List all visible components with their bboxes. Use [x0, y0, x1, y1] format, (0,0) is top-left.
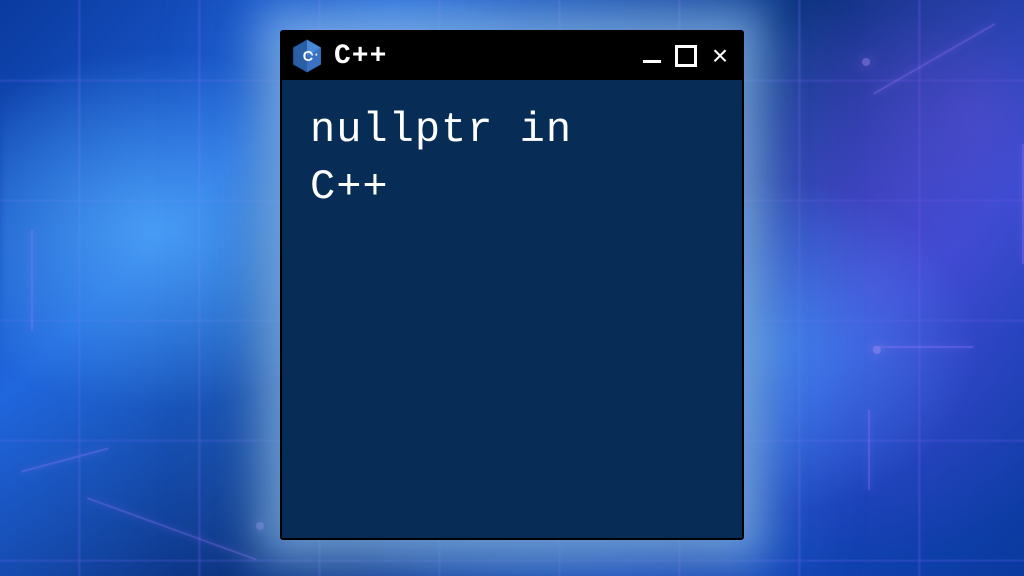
window-controls: ×: [640, 44, 732, 68]
minimize-button[interactable]: [640, 44, 664, 68]
cpp-logo-icon: C + +: [292, 41, 322, 71]
svg-text:+: +: [311, 53, 314, 59]
svg-text:+: +: [315, 53, 318, 59]
terminal-content-area[interactable]: nullptr in C++: [282, 80, 742, 538]
terminal-text-line: nullptr in: [310, 102, 714, 159]
close-button[interactable]: ×: [708, 44, 732, 68]
terminal-window: C + + C++ × nullptr in C++: [280, 30, 744, 540]
terminal-text-line: C++: [310, 159, 714, 216]
window-title: C++: [334, 41, 628, 72]
maximize-button[interactable]: [674, 44, 698, 68]
titlebar[interactable]: C + + C++ ×: [282, 32, 742, 80]
